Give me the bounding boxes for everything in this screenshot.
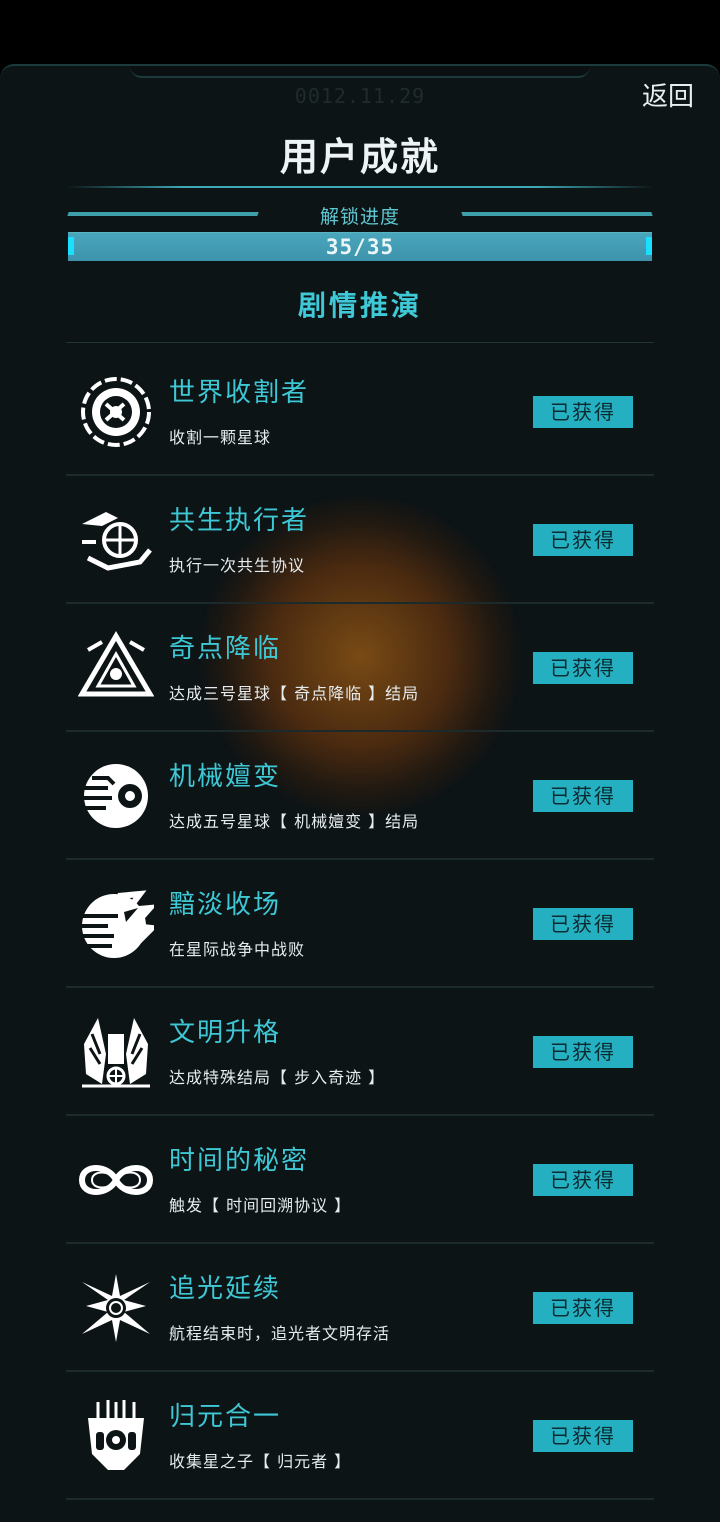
achievement-title: 时间的秘密	[169, 1146, 310, 1176]
achievement-description: 触发【 时间回溯协议 】	[169, 1196, 352, 1215]
progress-label: 解锁进度	[319, 206, 400, 228]
circuit-mask-icon	[78, 1398, 154, 1474]
obtained-badge: 已获得	[533, 396, 633, 428]
unlock-progress: 解锁进度 35/35	[66, 202, 654, 262]
panel-notch	[130, 66, 590, 78]
progress-count: 35/35	[325, 235, 395, 259]
obtained-badge: 已获得	[533, 1036, 633, 1068]
progress-bar: 35/35	[68, 232, 652, 261]
achievement-item[interactable]: 机械嬗变 达成五号星球【 机械嬗变 】结局 已获得	[66, 732, 654, 860]
achievement-description: 收割一颗星球	[169, 428, 272, 447]
achievement-description: 在星际战争中战败	[169, 940, 306, 959]
radiant-star-icon	[78, 1270, 154, 1346]
achievement-title: 世界收割者	[169, 378, 310, 408]
achievement-item[interactable]: 时间的秘密 触发【 时间回溯协议 】 已获得	[66, 1116, 654, 1244]
harvester-icon	[78, 374, 154, 450]
achievement-description: 执行一次共生协议	[169, 556, 306, 575]
achievement-title: 归元合一	[169, 1402, 282, 1432]
achievement-title: 追光延续	[169, 1274, 282, 1304]
achievements-panel: 0012.11.29 返回 用户成就 解锁进度 35/35 剧情推演 世界收割者…	[0, 64, 720, 1522]
achievement-list: 世界收割者 收割一颗星球 已获得 共生执行者 执行一次共生协议 已获得 奇点降临…	[66, 348, 654, 1500]
obtained-badge: 已获得	[533, 524, 633, 556]
achievement-item[interactable]: 归元合一 收集星之子【 归元者 】 已获得	[66, 1372, 654, 1500]
section-divider	[66, 342, 654, 343]
title-divider	[66, 186, 654, 188]
achievement-title: 文明升格	[169, 1018, 282, 1048]
back-button[interactable]: 返回	[642, 76, 694, 113]
obtained-badge: 已获得	[533, 1292, 633, 1324]
winged-emblem-icon	[78, 1014, 154, 1090]
mechanical-eye-icon	[78, 758, 154, 834]
achievement-item[interactable]: 文明升格 达成特殊结局【 步入奇迹 】 已获得	[66, 988, 654, 1116]
achievement-item[interactable]: 追光延续 航程结束时，追光者文明存活 已获得	[66, 1244, 654, 1372]
infinity-icon	[78, 1142, 154, 1218]
achievement-description: 达成五号星球【 机械嬗变 】结局	[169, 812, 420, 831]
section-title: 剧情推演	[297, 289, 422, 322]
achievement-description: 达成三号星球【 奇点降临 】结局	[169, 684, 420, 703]
obtained-badge: 已获得	[533, 908, 633, 940]
obtained-badge: 已获得	[533, 652, 633, 684]
shattered-planet-icon	[78, 886, 159, 962]
achievement-description: 达成特殊结局【 步入奇迹 】	[169, 1068, 386, 1087]
page-title: 用户成就	[279, 135, 440, 179]
achievement-title: 奇点降临	[169, 634, 282, 664]
achievement-description: 航程结束时，追光者文明存活	[169, 1324, 391, 1343]
obtained-badge: 已获得	[533, 1164, 633, 1196]
singularity-triangle-icon	[77, 630, 155, 706]
achievement-title: 共生执行者	[169, 506, 310, 536]
achievement-item[interactable]: 黯淡收场 在星际战争中战败 已获得	[66, 860, 654, 988]
obtained-badge: 已获得	[533, 780, 633, 812]
achievement-description: 收集星之子【 归元者 】	[169, 1452, 352, 1471]
achievement-item[interactable]: 奇点降临 达成三号星球【 奇点降临 】结局 已获得	[66, 604, 654, 732]
achievement-title: 机械嬗变	[169, 762, 282, 792]
date-display: 0012.11.29	[294, 84, 426, 108]
achievement-item[interactable]: 共生执行者 执行一次共生协议 已获得	[66, 476, 654, 604]
obtained-badge: 已获得	[533, 1420, 633, 1452]
achievement-title: 黯淡收场	[169, 890, 282, 920]
symbiosis-hand-globe-icon	[78, 502, 154, 578]
achievement-item[interactable]: 世界收割者 收割一颗星球 已获得	[66, 348, 654, 476]
